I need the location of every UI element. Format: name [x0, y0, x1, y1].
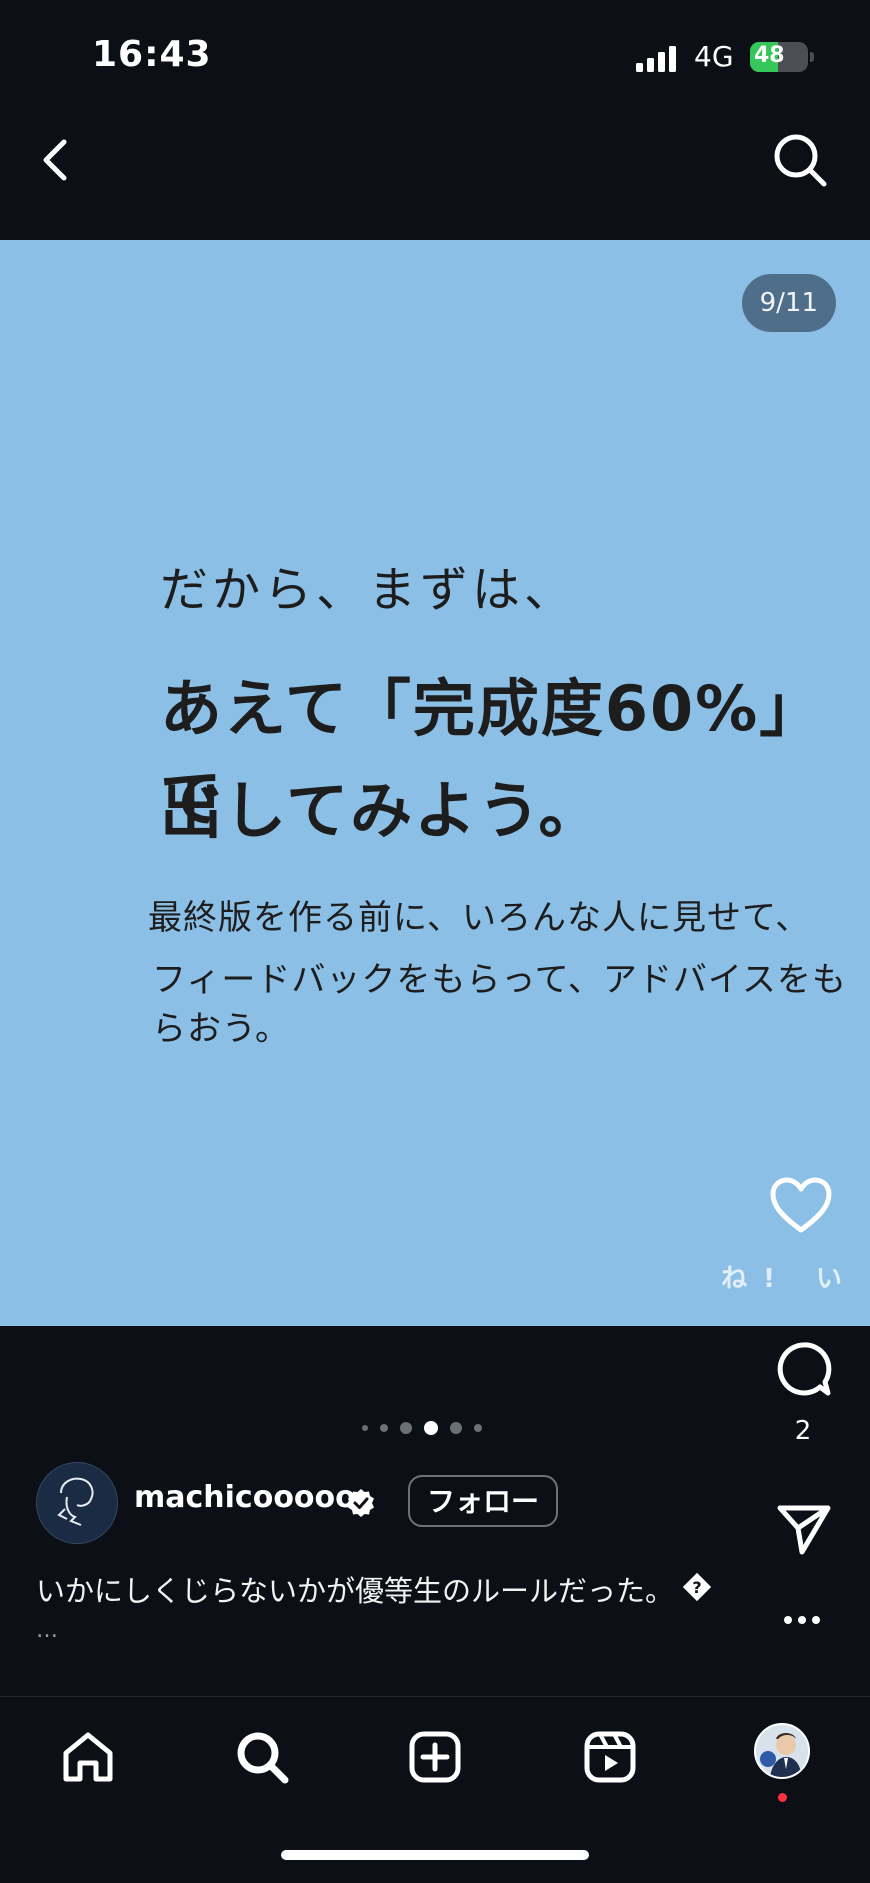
follow-button[interactable]: フォロー: [408, 1475, 558, 1527]
avatar[interactable]: [36, 1462, 118, 1544]
post-image[interactable]: 9/11 だから、まずは、 あえて「完成度60%」で 出してみよう。 最終版を作…: [0, 240, 870, 1326]
carousel-dot: [380, 1424, 388, 1432]
chevron-left-icon[interactable]: [34, 134, 78, 186]
username[interactable]: machicooooo: [134, 1480, 356, 1515]
send-icon[interactable]: [776, 1500, 832, 1556]
avatar-face-icon: [57, 1477, 94, 1526]
status-time: 16:43: [92, 34, 212, 75]
battery-cap: [810, 52, 814, 62]
profile-avatar[interactable]: [754, 1723, 810, 1779]
search-icon[interactable]: [232, 1727, 292, 1787]
battery-level: 48: [754, 43, 785, 68]
home-icon[interactable]: [58, 1727, 118, 1787]
post-stamp-text: ね! い: [721, 1264, 858, 1294]
home-indicator: [281, 1850, 589, 1860]
network-type: 4G: [694, 40, 734, 73]
carousel-dot: [474, 1424, 482, 1432]
post-text-line-3: 出してみよう。: [160, 774, 603, 847]
profile-photo-icon: [756, 1725, 808, 1777]
carousel-dot-active: [424, 1421, 438, 1435]
caption-text: いかにしくじらないかが優等生のルールだった。: [36, 1574, 675, 1608]
comment-count: 2: [794, 1416, 812, 1446]
svg-text:?: ?: [692, 1578, 701, 1597]
page-indicator: 9/11: [741, 274, 836, 332]
create-post-icon[interactable]: [405, 1727, 465, 1787]
unknown-emoji-icon: ?: [682, 1572, 712, 1602]
carousel-dot: [450, 1422, 462, 1434]
more-icon[interactable]: [782, 1610, 822, 1630]
carousel-dot: [362, 1425, 368, 1431]
carousel-dot: [400, 1422, 412, 1434]
heart-icon[interactable]: [768, 1176, 834, 1236]
search-icon[interactable]: [770, 130, 830, 190]
notification-dot: [778, 1793, 787, 1802]
comment-icon[interactable]: [774, 1340, 832, 1398]
post-subtext-line-2: フィードバックをもらって、アドバイスをもらおう。: [152, 960, 847, 1049]
reels-icon[interactable]: [580, 1727, 640, 1787]
battery-indicator: 48: [750, 42, 808, 72]
verified-badge-icon: [348, 1489, 374, 1517]
carousel-dots: [362, 1418, 482, 1438]
caption-more[interactable]: …: [36, 1618, 58, 1643]
signal-icon: [636, 46, 676, 72]
post-subtext-line-1: 最終版を作る前に、いろんな人に見せて、: [148, 898, 811, 938]
post-text-line-1: だから、まずは、: [160, 562, 577, 618]
